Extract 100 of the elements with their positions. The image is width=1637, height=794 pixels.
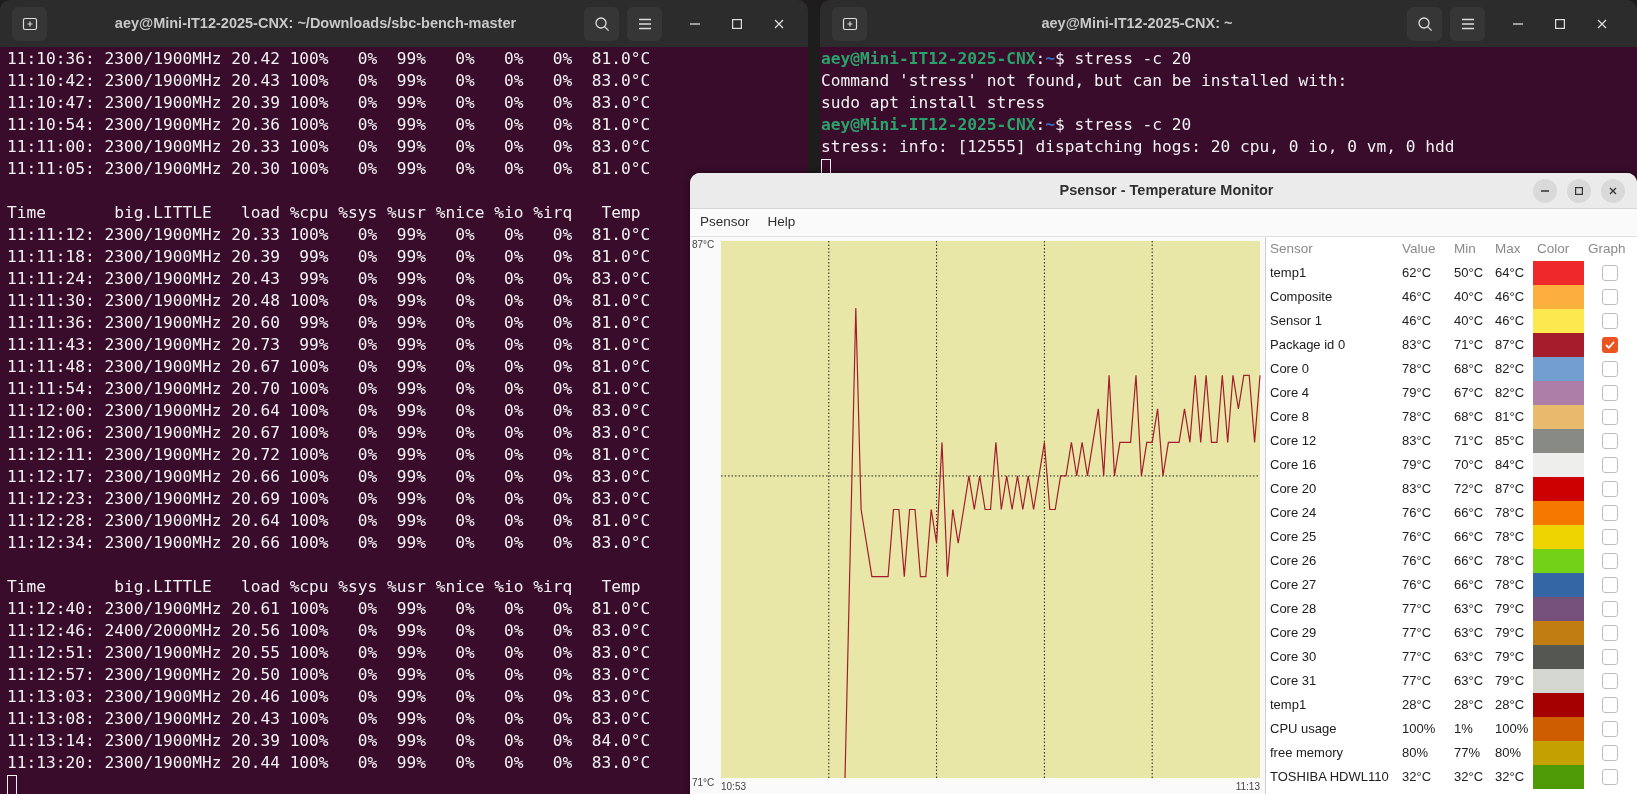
terminal-line: 11:11:05: 2300/1900MHz 20.30 100% 0% 99% 0% 0% 0% 81.0°C [7, 158, 651, 180]
graph-checkbox[interactable] [1602, 625, 1618, 641]
table-cell-text: 83°C [1401, 336, 1433, 355]
table-cell-text: 28°C [1494, 696, 1526, 715]
graph-checkbox[interactable] [1602, 313, 1618, 329]
close-button[interactable] [1601, 178, 1625, 203]
terminal-line: 11:12:23: 2300/1900MHz 20.69 100% 0% 99% 0% 0% 0% 83.0°C [7, 488, 651, 510]
table-cell-text: 78°C [1494, 528, 1526, 547]
new-tab-button[interactable] [832, 6, 867, 41]
graph-checkbox[interactable] [1602, 529, 1618, 545]
table-cell-text: 77°C [1401, 600, 1433, 619]
menu-button[interactable] [627, 6, 662, 41]
terminal-line: 11:12:46: 2400/2000MHz 20.56 100% 0% 99% 0% 0% 0% 83.0°C [7, 620, 651, 642]
table-cell-text: Core 26 [1269, 552, 1318, 571]
table-cell-text: 77°C [1401, 648, 1433, 667]
table-cell-text: 79°C [1494, 624, 1526, 643]
axis-label: 71°C [692, 777, 715, 788]
terminal-line: 11:11:43: 2300/1900MHz 20.73 99% 0% 99% 0% 0% 0% 81.0°C [7, 334, 651, 356]
table-cell-text: 79°C [1494, 648, 1526, 667]
table-cell-text: 46°C [1494, 288, 1526, 307]
table-cell-text: Core 28 [1269, 600, 1318, 619]
close-icon [1597, 18, 1607, 29]
terminal-line: 11:12:28: 2300/1900MHz 20.64 100% 0% 99% 0% 0% 0% 81.0°C [7, 510, 651, 532]
table-cell-text: 32°C [1401, 768, 1433, 787]
graph-checkbox[interactable] [1602, 289, 1618, 305]
graph-checkbox[interactable] [1602, 481, 1618, 497]
terminal-line: 11:13:14: 2300/1900MHz 20.39 100% 0% 99% 0% 0% 0% 84.0°C [7, 730, 651, 752]
table-cell-text: 71°C [1453, 336, 1485, 355]
graph-checkbox[interactable] [1602, 745, 1618, 761]
graph-checkbox[interactable] [1602, 769, 1618, 785]
table-cell-text: 87°C [1494, 480, 1526, 499]
terminal-line: Command 'stress' not found, but can be installed with: [821, 70, 1348, 92]
graph-checkbox[interactable] [1602, 409, 1618, 425]
terminal-line: 11:11:30: 2300/1900MHz 20.48 100% 0% 99% 0% 0% 0% 81.0°C [7, 290, 651, 312]
column-header[interactable]: Color [1533, 238, 1584, 260]
minimize-button[interactable] [1533, 178, 1557, 203]
terminal-line: 11:10:42: 2300/1900MHz 20.43 100% 0% 99% 0% 0% 0% 83.0°C [7, 70, 651, 92]
menu-item[interactable]: Help [759, 210, 804, 235]
table-cell-text: 78°C [1494, 504, 1526, 523]
table-cell-text: 84°C [1494, 456, 1526, 475]
table-cell-text: 64°C [1494, 264, 1526, 283]
menu-icon [637, 17, 652, 30]
table-cell-text: 76°C [1401, 552, 1433, 571]
table-cell-text: 66°C [1453, 576, 1485, 595]
table-cell-text: 68°C [1453, 360, 1485, 379]
table-cell-text: Package id 0 [1269, 336, 1347, 355]
table-cell-text: 28°C [1401, 696, 1433, 715]
graph-checkbox[interactable] [1602, 601, 1618, 617]
graph-checkbox[interactable] [1602, 457, 1618, 473]
column-header[interactable]: Max [1491, 238, 1533, 260]
table-cell-text: 50°C [1453, 264, 1485, 283]
prompt-line: aey@Mini-IT12-2025-CNX:~$ stress -c 20 [821, 114, 1192, 136]
table-cell-text: 1% [1453, 720, 1474, 739]
graph-checkbox[interactable] [1602, 361, 1618, 377]
terminal-line: 11:11:48: 2300/1900MHz 20.67 100% 0% 99% 0% 0% 0% 81.0°C [7, 356, 651, 378]
table-cell-text: 46°C [1494, 312, 1526, 331]
terminal-line: 11:11:24: 2300/1900MHz 20.43 99% 0% 99% 0% 0% 0% 83.0°C [7, 268, 651, 290]
table-cell-text: Core 25 [1269, 528, 1318, 547]
table-cell-text: 68°C [1453, 408, 1485, 427]
table-cell-text: 46°C [1401, 312, 1433, 331]
search-button[interactable] [584, 6, 619, 41]
table-cell-text: 79°C [1494, 600, 1526, 619]
graph-checkbox[interactable] [1602, 697, 1618, 713]
new-tab-button[interactable] [12, 6, 47, 41]
graph-checkbox[interactable] [1602, 337, 1618, 353]
table-cell-text: 77°C [1401, 672, 1433, 691]
graph-checkbox[interactable] [1602, 673, 1618, 689]
menu-item[interactable]: Psensor [692, 210, 758, 235]
column-header[interactable]: Sensor [1266, 238, 1398, 260]
column-header[interactable]: Min [1450, 238, 1491, 260]
table-cell-text: 77% [1453, 744, 1482, 763]
table-cell-text: 66°C [1453, 528, 1485, 547]
graph-checkbox[interactable] [1602, 721, 1618, 737]
search-button[interactable] [1407, 6, 1442, 41]
graph-checkbox[interactable] [1602, 385, 1618, 401]
graph-checkbox[interactable] [1602, 577, 1618, 593]
table-cell-text: 78°C [1401, 408, 1433, 427]
table-cell-text: Core 16 [1269, 456, 1318, 475]
terminal-line: 11:12:11: 2300/1900MHz 20.72 100% 0% 99% 0% 0% 0% 81.0°C [7, 444, 651, 466]
maximize-icon [1575, 186, 1583, 195]
graph-checkbox[interactable] [1602, 433, 1618, 449]
axis-label: 87°C [692, 239, 715, 250]
terminal-line: 11:12:40: 2300/1900MHz 20.61 100% 0% 99% 0% 0% 0% 81.0°C [7, 598, 651, 620]
table-cell-text: Core 8 [1269, 408, 1311, 427]
terminal-line: 11:13:03: 2300/1900MHz 20.46 100% 0% 99% 0% 0% 0% 83.0°C [7, 686, 651, 708]
window-title: aey@Mini-IT12-2025-CNX: ~/Downloads/sbc-bench-master [114, 13, 517, 33]
table-cell-text: 28°C [1453, 696, 1485, 715]
graph-checkbox[interactable] [1602, 505, 1618, 521]
table-cell-text: 85°C [1494, 432, 1526, 451]
graph-checkbox[interactable] [1602, 265, 1618, 281]
table-cell-text: TOSHIBA HDWL110 [1269, 768, 1390, 787]
close-icon [1609, 186, 1617, 195]
maximize-button[interactable] [1567, 178, 1591, 203]
graph-checkbox[interactable] [1602, 553, 1618, 569]
menu-button[interactable] [1450, 6, 1485, 41]
column-header[interactable]: Value [1398, 238, 1450, 260]
column-header[interactable]: Graph [1584, 238, 1636, 260]
terminal-line: Time big.LITTLE load %cpu %sys %usr %nice %io %irq Temp [7, 202, 641, 224]
minimize-icon [1541, 189, 1549, 192]
graph-checkbox[interactable] [1602, 649, 1618, 665]
